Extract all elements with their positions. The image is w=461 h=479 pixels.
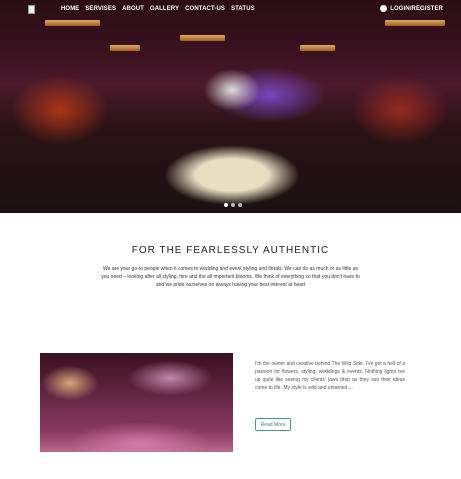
nav-about[interactable]: ABOUT bbox=[122, 6, 144, 12]
hero-banner: HOME SERVISES ABOUT GALLERY CONTACT-US S… bbox=[0, 0, 461, 213]
section-title: FOR THE FEARLESSLY AUTHENTIC bbox=[131, 245, 330, 256]
login-label: LOGIN/REGISTER bbox=[390, 5, 443, 12]
user-circle-icon bbox=[380, 5, 388, 12]
read-more-button[interactable]: Read More bbox=[255, 418, 291, 431]
nav-gallery[interactable]: GALLERY bbox=[150, 6, 179, 12]
nav-home[interactable]: HOME bbox=[61, 6, 79, 12]
slider-dots bbox=[224, 203, 242, 207]
login-register-link[interactable]: LOGIN/REGISTER bbox=[380, 5, 443, 12]
about-text: I'm the owner and creative behind The Wi… bbox=[255, 361, 405, 391]
about-photo bbox=[40, 353, 233, 452]
nav-services[interactable]: SERVISES bbox=[85, 6, 116, 12]
slider-dot[interactable] bbox=[224, 203, 228, 207]
logo[interactable] bbox=[28, 5, 35, 14]
intro-text: We are your go-to people when it comes t… bbox=[101, 266, 360, 288]
nav-contact[interactable]: CONTACT-US bbox=[185, 6, 225, 12]
top-nav: HOME SERVISES ABOUT GALLERY CONTACT-US S… bbox=[0, 0, 461, 20]
nav-status[interactable]: STATUS bbox=[231, 6, 255, 12]
slider-dot[interactable] bbox=[238, 203, 242, 207]
slider-dot[interactable] bbox=[231, 203, 235, 207]
